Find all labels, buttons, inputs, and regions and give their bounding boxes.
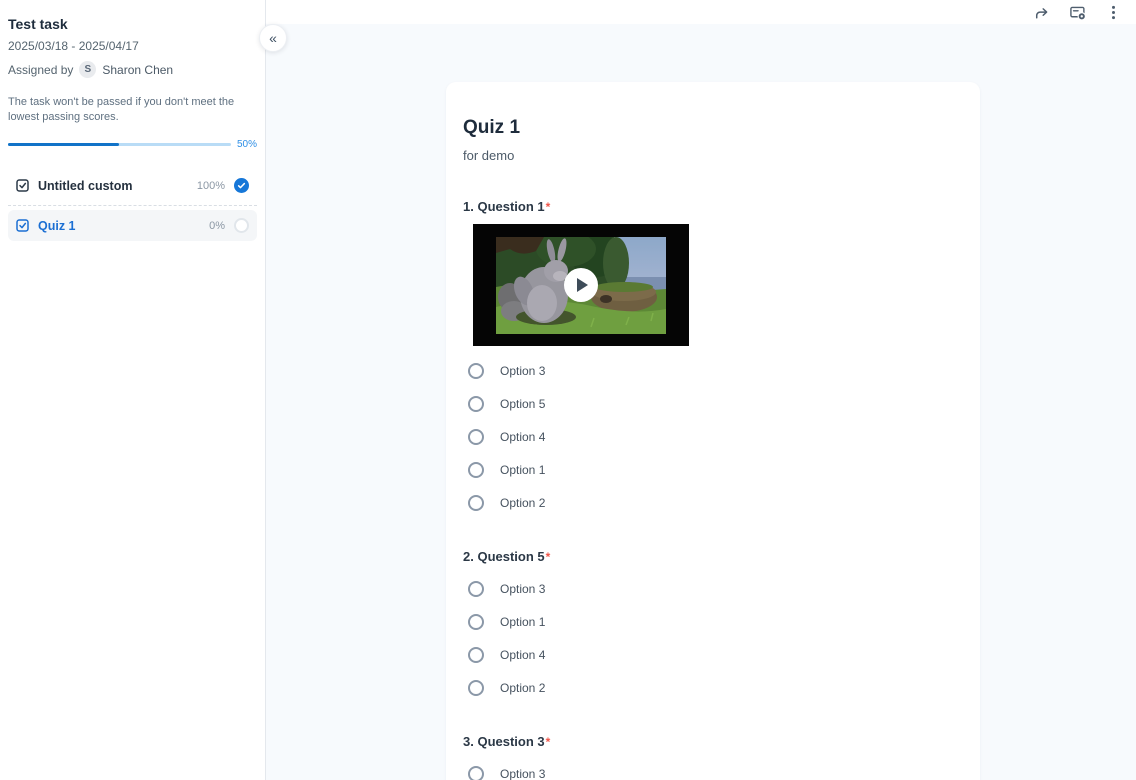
radio-button-icon[interactable] <box>468 766 484 780</box>
question: 3. Question 3* Option 3 <box>463 734 963 780</box>
required-asterisk: * <box>546 735 551 749</box>
option-label: Option 1 <box>500 615 545 629</box>
progress-fill <box>8 143 119 146</box>
quiz-option[interactable]: Option 2 <box>463 486 963 519</box>
quiz-option[interactable]: Option 4 <box>463 420 963 453</box>
dashed-divider <box>8 205 257 206</box>
radio-button-icon[interactable] <box>468 363 484 379</box>
radio-button-icon[interactable] <box>468 462 484 478</box>
task-status-icon <box>234 178 249 193</box>
question-title-text: 2. Question 5 <box>463 549 545 564</box>
radio-button-icon[interactable] <box>468 429 484 445</box>
radio-button-icon[interactable] <box>468 581 484 597</box>
sidebar-item-quiz-1[interactable]: Quiz 1 0% <box>8 210 257 241</box>
radio-button-icon[interactable] <box>468 396 484 412</box>
radio-button-icon[interactable] <box>468 647 484 663</box>
radio-button-icon[interactable] <box>468 680 484 696</box>
option-list: Option 3 <box>463 757 963 780</box>
option-list: Option 3 Option 5 Option 4 Option 1 Opti… <box>463 354 963 519</box>
avatar: S <box>79 61 96 78</box>
question-title: 1. Question 1* <box>463 199 963 214</box>
progress-bar <box>8 143 231 146</box>
assigned-by-row: Assigned by S Sharon Chen <box>8 61 257 78</box>
quiz-option[interactable]: Option 3 <box>463 572 963 605</box>
question: 2. Question 5* Option 3 Option 1 Option … <box>463 549 963 704</box>
quiz-option[interactable]: Option 5 <box>463 387 963 420</box>
task-sidebar: Test task 2025/03/18 - 2025/04/17 Assign… <box>0 0 266 780</box>
task-title: Test task <box>8 16 257 32</box>
quiz-title: Quiz 1 <box>463 117 963 139</box>
required-asterisk: * <box>546 200 551 214</box>
play-icon[interactable] <box>564 268 598 302</box>
radio-button-icon[interactable] <box>468 614 484 630</box>
quiz-option[interactable]: Option 3 <box>463 354 963 387</box>
quiz-option[interactable]: Option 2 <box>463 671 963 704</box>
task-progress-row: 50% <box>8 139 257 150</box>
question-title-text: 3. Question 3 <box>463 734 545 749</box>
quiz-option[interactable]: Option 1 <box>463 605 963 638</box>
option-list: Option 3 Option 1 Option 4 Option 2 <box>463 572 963 704</box>
assignee-name: Sharon Chen <box>102 63 173 77</box>
sidebar-item-untitled-custom[interactable]: Untitled custom 100% <box>8 170 257 201</box>
topbar <box>266 0 1136 24</box>
option-label: Option 4 <box>500 430 545 444</box>
question-title: 2. Question 5* <box>463 549 963 564</box>
quiz-option[interactable]: Option 1 <box>463 453 963 486</box>
checkbox-check-icon <box>16 179 29 192</box>
question-list: 1. Question 1* <box>463 199 963 780</box>
share-icon[interactable] <box>1033 4 1050 21</box>
assigned-by-label: Assigned by <box>8 63 73 77</box>
play-triangle <box>577 278 588 292</box>
quiz-scroll-area: Quiz 1 for demo 1. Question 1* <box>266 24 1136 780</box>
quiz-subtitle: for demo <box>463 148 963 163</box>
collapse-sidebar-icon: « <box>269 30 277 46</box>
form-settings-icon[interactable] <box>1069 4 1086 21</box>
sidebar-task-list: Untitled custom 100% Quiz 1 0% <box>8 170 257 241</box>
checkbox-check-icon <box>16 219 29 232</box>
quiz-option[interactable]: Option 3 <box>463 757 963 780</box>
task-date-range: 2025/03/18 - 2025/04/17 <box>8 39 257 53</box>
radio-button-icon[interactable] <box>468 495 484 511</box>
option-label: Option 5 <box>500 397 545 411</box>
task-item-label: Quiz 1 <box>38 219 200 233</box>
progress-percent: 50% <box>237 139 257 150</box>
task-item-percent: 0% <box>209 220 225 232</box>
option-label: Option 3 <box>500 364 545 378</box>
question-title-text: 1. Question 1 <box>463 199 545 214</box>
option-label: Option 3 <box>500 582 545 596</box>
task-item-percent: 100% <box>197 180 225 192</box>
option-label: Option 4 <box>500 648 545 662</box>
question: 1. Question 1* <box>463 199 963 519</box>
passing-score-note: The task won't be passed if you don't me… <box>8 95 257 125</box>
quiz-option[interactable]: Option 4 <box>463 638 963 671</box>
option-label: Option 1 <box>500 463 545 477</box>
quiz-card: Quiz 1 for demo 1. Question 1* <box>446 82 980 780</box>
question-title: 3. Question 3* <box>463 734 963 749</box>
task-item-label: Untitled custom <box>38 179 188 193</box>
option-label: Option 2 <box>500 681 545 695</box>
option-label: Option 3 <box>500 767 545 780</box>
task-status-icon <box>234 218 249 233</box>
option-label: Option 2 <box>500 496 545 510</box>
video-thumbnail[interactable] <box>473 224 689 346</box>
collapse-sidebar-button[interactable]: « <box>259 24 287 52</box>
required-asterisk: * <box>546 550 551 564</box>
kebab-menu-icon[interactable] <box>1105 4 1122 21</box>
main-area: Quiz 1 for demo 1. Question 1* <box>266 0 1136 780</box>
